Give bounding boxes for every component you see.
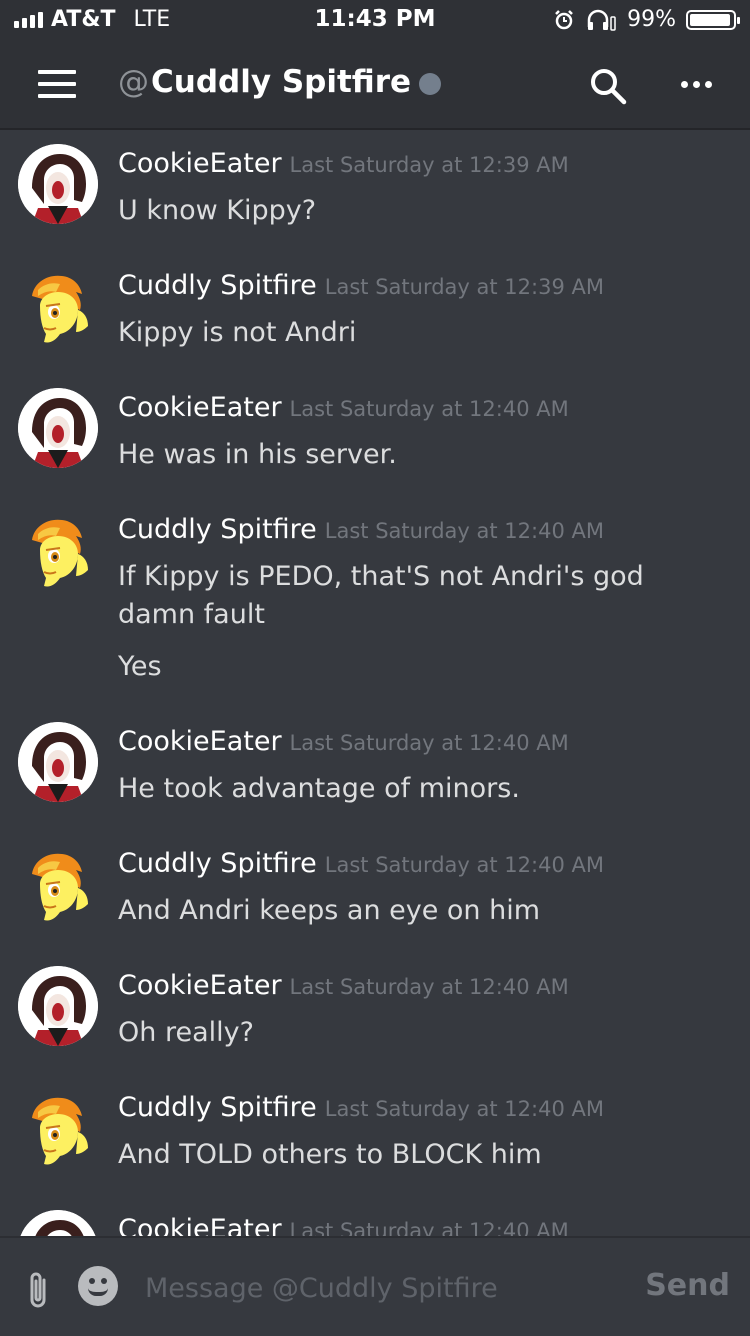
message-text: Oh really?: [118, 1017, 254, 1048]
avatar[interactable]: [18, 966, 98, 1046]
message-text: If Kippy is PEDO, that'S not Andri's god…: [118, 561, 644, 630]
message-header: Cuddly Spitfire Last Saturday at 12:40 AM: [118, 1092, 604, 1123]
at-symbol: @: [118, 64, 149, 100]
message-timestamp: Last Saturday at 12:40 AM: [324, 853, 604, 877]
message-header: CookieEater Last Saturday at 12:40 AM: [118, 726, 569, 757]
message-text: U know Kippy?: [118, 195, 317, 226]
channel-name: Cuddly Spitfire: [151, 64, 412, 100]
message-text: And Andri keeps an eye on him: [118, 895, 541, 926]
nav-bar: @ Cuddly Spitfire: [0, 40, 750, 128]
avatar[interactable]: [18, 388, 98, 468]
author-name[interactable]: CookieEater: [118, 970, 282, 1001]
message-text: Yes: [118, 651, 162, 682]
author-name[interactable]: CookieEater: [118, 1214, 282, 1236]
avatar[interactable]: [18, 722, 98, 802]
avatar[interactable]: [18, 266, 98, 346]
message-timestamp: Last Saturday at 12:39 AM: [324, 275, 604, 299]
message-timestamp: Last Saturday at 12:40 AM: [289, 1219, 569, 1236]
more-options-icon[interactable]: [676, 70, 716, 98]
author-name[interactable]: CookieEater: [118, 726, 282, 757]
headphones-icon: [587, 9, 616, 31]
author-name[interactable]: CookieEater: [118, 148, 282, 179]
alarm-icon: [555, 9, 573, 29]
author-name[interactable]: Cuddly Spitfire: [118, 1092, 317, 1123]
message-list[interactable]: CookieEater Last Saturday at 12:39 AM U kn…: [0, 130, 750, 1236]
message-header: Cuddly Spitfire Last Saturday at 12:40 AM: [118, 848, 604, 879]
battery-percent: 99%: [627, 7, 676, 32]
message-timestamp: Last Saturday at 12:40 AM: [289, 397, 569, 421]
avatar[interactable]: [18, 1210, 98, 1236]
search-icon[interactable]: [588, 66, 628, 106]
message-timestamp: Last Saturday at 12:39 AM: [289, 153, 569, 177]
author-name[interactable]: Cuddly Spitfire: [118, 514, 317, 545]
message-text: He took advantage of minors.: [118, 773, 520, 804]
status-bar: AT&T LTE 11:43 PM 99%: [0, 0, 750, 40]
avatar[interactable]: [18, 144, 98, 224]
message-composer: Send: [0, 1236, 750, 1336]
avatar[interactable]: [18, 844, 98, 924]
author-name[interactable]: Cuddly Spitfire: [118, 270, 317, 301]
message-text: He was in his server.: [118, 439, 397, 470]
top-bar: AT&T LTE 11:43 PM 99% @ Cuddly Spitfire: [0, 0, 750, 130]
presence-dot-icon: [419, 73, 442, 95]
message-text: Kippy is not Andri: [118, 317, 357, 348]
avatar[interactable]: [18, 510, 98, 590]
avatar[interactable]: [18, 1088, 98, 1168]
message-timestamp: Last Saturday at 12:40 AM: [289, 731, 569, 755]
message-timestamp: Last Saturday at 12:40 AM: [324, 1097, 604, 1121]
message-header: Cuddly Spitfire Last Saturday at 12:39 AM: [118, 270, 604, 301]
message-header: CookieEater Last Saturday at 12:40 AM: [118, 392, 569, 423]
message-timestamp: Last Saturday at 12:40 AM: [289, 975, 569, 999]
author-name[interactable]: CookieEater: [118, 392, 282, 423]
message-header: Cuddly Spitfire Last Saturday at 12:40 AM: [118, 514, 604, 545]
message-input[interactable]: [145, 1268, 625, 1308]
message-header: CookieEater Last Saturday at 12:40 AM: [118, 970, 569, 1001]
emoji-icon[interactable]: [78, 1266, 118, 1306]
message-timestamp: Last Saturday at 12:40 AM: [324, 519, 604, 543]
message-header: CookieEater Last Saturday at 12:40 AM: [118, 1214, 569, 1236]
author-name[interactable]: Cuddly Spitfire: [118, 848, 317, 879]
message-text: And TOLD others to BLOCK him: [118, 1139, 542, 1170]
battery-icon: [686, 9, 740, 30]
message-header: CookieEater Last Saturday at 12:39 AM: [118, 148, 569, 179]
menu-icon[interactable]: [38, 70, 76, 98]
channel-title[interactable]: @ Cuddly Spitfire: [118, 64, 442, 100]
attachment-icon[interactable]: [24, 1268, 54, 1312]
send-button[interactable]: Send: [645, 1268, 730, 1303]
